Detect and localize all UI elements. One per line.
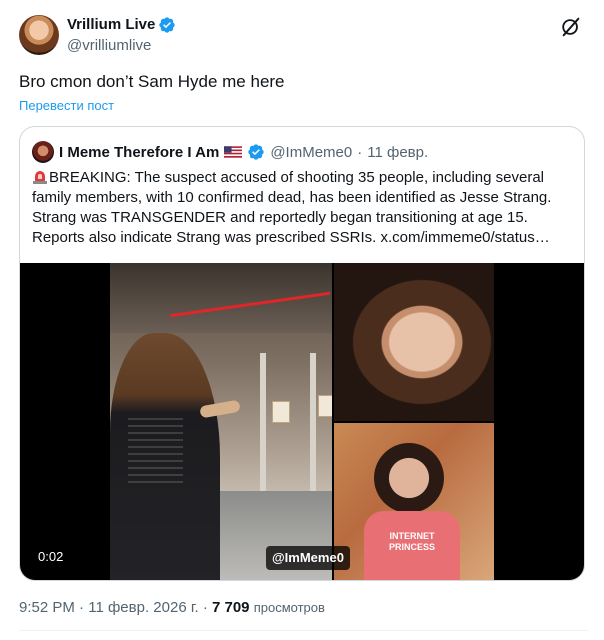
photo-face [374,443,444,513]
photo-portrait-top[interactable] [334,263,494,421]
tweet-meta: 9:52 PM · 11 февр. 2026 г. · 7 709 просм… [19,598,325,618]
quoted-author-handle: @ImMeme0 [270,143,353,161]
verified-badge-icon [159,17,176,33]
quoted-verified-badge-icon [248,144,265,160]
video-lane [310,353,316,503]
photo-shirt-caption: INTERNET PRINCESS [388,531,435,552]
divider [19,630,588,631]
author-names: Vrillium Live @vrilliumlive [67,15,176,56]
quoted-tweet-header: I Meme Therefore I Am @ImMeme0 · 11 февр… [32,141,428,163]
view-count: 7 709 [211,599,250,616]
author-name-text[interactable]: Vrillium Live [67,15,155,35]
quoted-date: 11 февр. [367,143,429,161]
video-lane [260,353,266,503]
quoted-text-body: BREAKING: The suspect accused of shootin… [32,169,552,246]
quoted-media[interactable]: 0:02 INTERNET PRINCESS @ImMeme0 [20,263,584,580]
grok-icon[interactable] [560,16,582,38]
view-count-label: просмотров [253,600,325,615]
video-target [318,395,332,417]
meta-separator: · [79,599,85,616]
video-timer: 0:02 [32,546,70,568]
quoted-author-avatar [32,141,54,163]
quoted-tweet[interactable]: I Meme Therefore I Am @ImMeme0 · 11 февр… [19,126,585,581]
translate-post-link[interactable]: Перевести пост [19,98,114,114]
meta-separator: · [202,599,208,616]
tweet-date[interactable]: 11 февр. 2026 г. [88,599,198,616]
video-target [272,401,290,423]
video-shirt-print [128,413,183,483]
police-light-icon [33,171,47,184]
media-watermark: @ImMeme0 [266,546,350,570]
photo-portrait-bottom[interactable]: INTERNET PRINCESS [334,423,494,580]
quoted-author-name: I Meme Therefore I Am [59,143,220,161]
tweet-time[interactable]: 9:52 PM [19,599,75,616]
video-player[interactable] [110,263,332,580]
quoted-separator: · [357,143,363,161]
author-avatar[interactable] [19,15,59,55]
author-display-name[interactable]: Vrillium Live [67,15,176,35]
tweet-text: Bro cmon don’t Sam Hyde me here [19,72,285,91]
author-handle[interactable]: @vrilliumlive [67,36,176,56]
tweet-header: Vrillium Live @vrilliumlive [19,14,588,58]
quoted-tweet-text: BREAKING: The suspect accused of shootin… [32,168,576,248]
us-flag-icon [224,146,243,158]
